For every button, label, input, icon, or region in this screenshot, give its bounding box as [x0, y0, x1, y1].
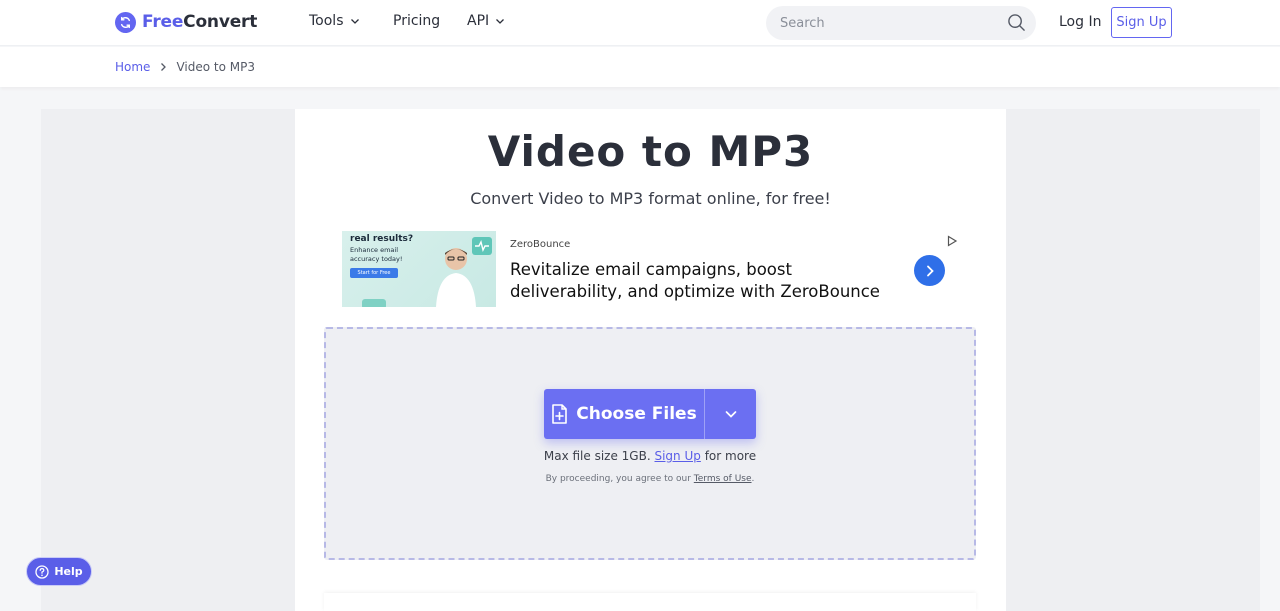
logo-text: FreeConvert	[142, 12, 258, 32]
bottom-card	[324, 593, 976, 611]
ad-image-button: Start for Free	[350, 268, 398, 278]
main-content: Video to MP3 Convert Video to MP3 format…	[295, 109, 1006, 611]
help-circle-icon	[35, 564, 49, 579]
nav-api[interactable]: API	[467, 13, 505, 29]
nav-api-label: API	[467, 13, 490, 29]
ad-brand[interactable]: ZeroBounce	[510, 239, 570, 250]
page-title: Video to MP3	[487, 127, 814, 176]
ad-image-heading: real results?	[350, 234, 414, 244]
ad-headline[interactable]: Revitalize email campaigns, boost delive…	[510, 259, 900, 303]
breadcrumb-bar: Home Video to MP3	[0, 47, 1280, 87]
chevron-down-icon	[496, 19, 505, 24]
breadcrumb-home[interactable]: Home	[115, 60, 150, 74]
terms-text: By proceeding, you agree to our Terms of…	[326, 474, 974, 484]
terms-of-use-link[interactable]: Terms of Use	[694, 474, 752, 484]
signup-button[interactable]: Sign Up	[1111, 7, 1172, 38]
upload-dropzone[interactable]: Choose Files Max file size 1GB. Sign Up …	[324, 327, 976, 560]
ad-banner[interactable]: real results? Enhance email accuracy tod…	[342, 231, 958, 307]
chevron-down-icon	[350, 19, 359, 24]
choose-files-label: Choose Files	[576, 404, 697, 424]
max-size-suffix: for more	[704, 449, 757, 463]
help-label: Help	[54, 565, 83, 578]
breadcrumb-current: Video to MP3	[176, 60, 255, 74]
ad-image-sub: Enhance email accuracy today!	[350, 246, 403, 263]
max-file-size-text: Max file size 1GB. Sign Up for more	[326, 449, 974, 463]
choose-files-dropdown[interactable]	[705, 389, 756, 439]
max-size-prefix: Max file size 1GB.	[543, 449, 651, 463]
terms-suffix: .	[751, 474, 755, 484]
pulse-icon	[472, 237, 492, 255]
search-box[interactable]	[766, 6, 1036, 40]
choose-files-button[interactable]: Choose Files	[544, 389, 705, 439]
side-ad-right	[1006, 109, 1260, 611]
max-size-signup-link[interactable]: Sign Up	[654, 449, 700, 463]
chevron-down-icon	[725, 411, 736, 418]
ad-image[interactable]: real results? Enhance email accuracy tod…	[342, 231, 496, 307]
ad-image-chip	[362, 299, 386, 307]
breadcrumb: Home Video to MP3	[115, 60, 255, 74]
help-button[interactable]: Help	[26, 557, 92, 586]
choose-files-group: Choose Files	[544, 389, 756, 439]
page-subtitle: Convert Video to MP3 format online, for …	[470, 189, 831, 208]
header: FreeConvert Tools Pricing API Log In Sig…	[0, 0, 1280, 46]
chevron-right-icon	[926, 265, 934, 276]
nav-tools-label: Tools	[309, 13, 344, 29]
file-add-icon	[552, 404, 568, 424]
ad-arrow-button[interactable]	[914, 255, 945, 286]
ad-choices-icon[interactable]	[946, 235, 958, 247]
search-icon[interactable]	[1007, 13, 1026, 32]
nav-pricing[interactable]: Pricing	[393, 13, 440, 29]
logo-convert-icon	[115, 11, 136, 33]
search-input[interactable]	[780, 13, 1000, 33]
side-ad-left	[41, 109, 295, 611]
terms-prefix: By proceeding, you agree to our	[545, 474, 691, 484]
logo[interactable]: FreeConvert	[115, 11, 257, 33]
chevron-right-icon	[161, 63, 167, 71]
nav-tools[interactable]: Tools	[309, 13, 360, 29]
login-link[interactable]: Log In	[1059, 14, 1101, 30]
nav-pricing-label: Pricing	[393, 13, 441, 29]
